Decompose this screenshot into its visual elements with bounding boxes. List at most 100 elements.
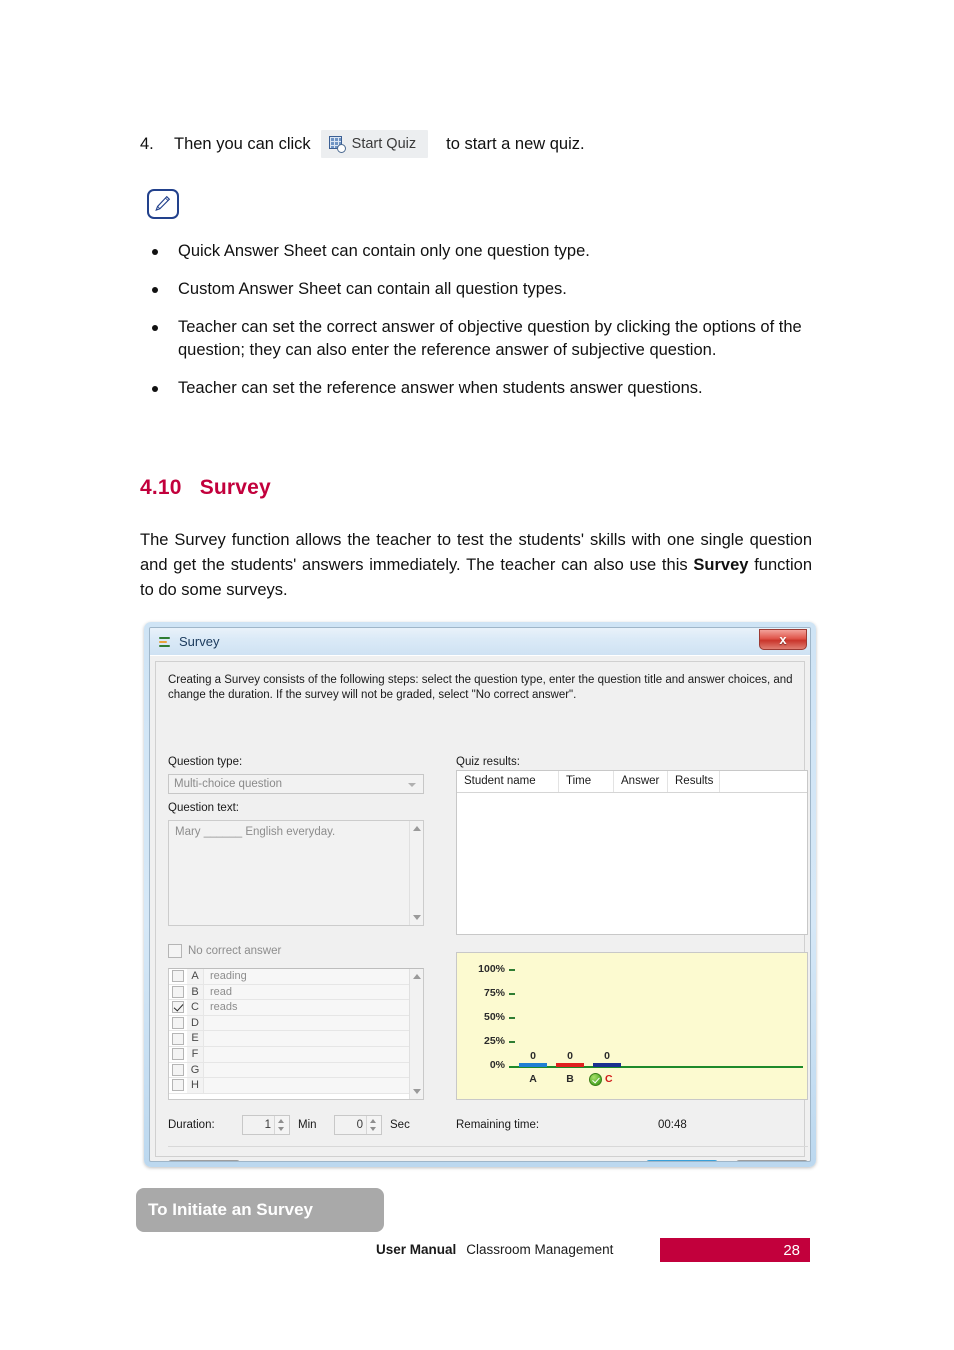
answer-letter: B bbox=[187, 984, 204, 1000]
answer-text[interactable] bbox=[204, 1046, 423, 1062]
y-tick-mark bbox=[509, 1017, 515, 1019]
dialog-body: Creating a Survey consists of the follow… bbox=[155, 661, 808, 1161]
survey-dialog: Survey x Creating a Survey consists of t… bbox=[149, 627, 811, 1162]
duration-min-stepper[interactable]: 1 bbox=[242, 1115, 290, 1135]
survey-app-icon bbox=[158, 635, 172, 649]
column-header-answer[interactable]: Answer bbox=[614, 771, 668, 792]
answer-checkbox-g[interactable] bbox=[172, 1063, 184, 1076]
pencil-note-icon bbox=[147, 189, 179, 219]
survey-dialog-window: Survey x Creating a Survey consists of t… bbox=[144, 622, 816, 1167]
answer-checkbox-h[interactable] bbox=[172, 1079, 184, 1092]
green-check-icon bbox=[589, 1073, 602, 1086]
section-paragraph: The Survey function allows the teacher t… bbox=[140, 528, 812, 603]
answer-row[interactable]: A reading bbox=[169, 969, 423, 985]
scroll-down-icon[interactable] bbox=[413, 1089, 421, 1094]
answer-letter: F bbox=[187, 1046, 204, 1062]
section-number: 4.10 bbox=[140, 476, 182, 499]
notes-bullet-list: Quick Answer Sheet can contain only one … bbox=[146, 240, 826, 415]
pencil-icon bbox=[155, 195, 171, 212]
step-text-before: Then you can click bbox=[174, 134, 311, 153]
answer-text[interactable] bbox=[204, 1062, 423, 1078]
quiz-results-table[interactable]: Student name Time Answer Results bbox=[456, 770, 808, 935]
remaining-time-value: 00:48 bbox=[658, 1119, 687, 1131]
y-tick-label: 25% bbox=[483, 1035, 505, 1047]
stepper-up-icon[interactable] bbox=[278, 1119, 284, 1123]
dialog-intro-text: Creating a Survey consists of the follow… bbox=[168, 674, 793, 701]
stop-button[interactable]: Stop bbox=[646, 1160, 718, 1161]
question-type-value: Multi-choice question bbox=[174, 778, 283, 790]
y-tick-label: 0% bbox=[489, 1059, 505, 1071]
section-title: Survey bbox=[199, 476, 271, 499]
answer-row[interactable]: E bbox=[169, 1031, 423, 1047]
close-icon[interactable]: x bbox=[759, 629, 807, 650]
bullet-item: Teacher can set the reference answer whe… bbox=[146, 377, 826, 400]
category-label-c: C bbox=[605, 1073, 613, 1085]
answer-row[interactable]: B read bbox=[169, 984, 423, 1001]
bullet-item: Custom Answer Sheet can contain all ques… bbox=[146, 278, 826, 301]
answer-text[interactable]: reads bbox=[204, 1000, 423, 1015]
answer-choices-list[interactable]: A reading B read C reads D E F G H bbox=[168, 968, 424, 1100]
answer-row[interactable]: D bbox=[169, 1015, 423, 1032]
answer-text[interactable] bbox=[204, 1078, 423, 1093]
answer-checkbox-e[interactable] bbox=[172, 1032, 184, 1045]
duration-row: Duration: 1 Min 0 Sec Remaining time: 00… bbox=[168, 1114, 808, 1136]
answer-letter: G bbox=[187, 1062, 204, 1078]
answer-text[interactable] bbox=[204, 1015, 423, 1031]
answer-text[interactable]: reading bbox=[204, 969, 423, 984]
dialog-titlebar: Survey x bbox=[150, 628, 810, 656]
footer-bold-text: User Manual bbox=[376, 1242, 457, 1257]
help-button[interactable]: Help bbox=[168, 1160, 240, 1161]
question-text-input[interactable]: Mary ______ English everyday. bbox=[168, 820, 424, 926]
step-number: 4. bbox=[140, 134, 154, 153]
question-text-scrollbar[interactable] bbox=[409, 821, 423, 925]
duration-sec-stepper[interactable]: 0 bbox=[334, 1115, 382, 1135]
table-header-row: Student name Time Answer Results bbox=[457, 771, 807, 793]
exit-button[interactable]: Exit bbox=[736, 1160, 808, 1161]
answer-letter: C bbox=[187, 1000, 204, 1015]
y-tick-label: 100% bbox=[478, 963, 505, 975]
figure-caption: To Initiate an Survey bbox=[136, 1188, 384, 1232]
scroll-up-icon[interactable] bbox=[413, 826, 421, 831]
question-text-label: Question text: bbox=[168, 802, 239, 814]
answer-checkbox-a[interactable] bbox=[172, 970, 184, 983]
bullet-item: Teacher can set the correct answer of ob… bbox=[146, 316, 850, 362]
question-type-select[interactable]: Multi-choice question bbox=[168, 774, 424, 794]
answer-row[interactable]: F bbox=[169, 1046, 423, 1063]
stepper-down-icon[interactable] bbox=[370, 1127, 376, 1131]
column-header-results[interactable]: Results bbox=[668, 771, 720, 792]
stepper-up-icon[interactable] bbox=[370, 1119, 376, 1123]
answer-letter: D bbox=[187, 1015, 204, 1031]
answer-text[interactable] bbox=[204, 1031, 423, 1046]
results-bar-chart: 100% 75% 50% 25% 0% 0 A 0 B 0 C bbox=[456, 952, 808, 1100]
column-header-student-name[interactable]: Student name bbox=[457, 771, 559, 792]
no-correct-answer-checkbox[interactable] bbox=[168, 944, 182, 958]
scroll-down-icon[interactable] bbox=[413, 915, 421, 920]
scroll-up-icon[interactable] bbox=[413, 974, 421, 979]
answer-row[interactable]: C reads bbox=[169, 1000, 423, 1016]
y-tick-mark bbox=[509, 1041, 515, 1043]
column-header-time[interactable]: Time bbox=[559, 771, 614, 792]
answer-checkbox-f[interactable] bbox=[172, 1048, 184, 1061]
question-type-label: Question type: bbox=[168, 756, 243, 768]
duration-sec-unit: Sec bbox=[390, 1119, 410, 1131]
y-tick-label: 50% bbox=[483, 1011, 505, 1023]
answer-checkbox-b[interactable] bbox=[172, 985, 184, 998]
bar-value-b: 0 bbox=[567, 1050, 573, 1062]
answer-checkbox-c[interactable] bbox=[172, 1001, 184, 1014]
page-number-badge: 28 bbox=[660, 1238, 810, 1262]
start-quiz-icon bbox=[328, 135, 346, 153]
document-page: 4. Then you can click Start Quiz to star… bbox=[0, 0, 954, 1350]
quiz-results-label: Quiz results: bbox=[456, 756, 520, 768]
answers-scrollbar[interactable] bbox=[409, 969, 423, 1099]
answer-row[interactable]: G bbox=[169, 1062, 423, 1079]
answer-text[interactable]: read bbox=[204, 984, 423, 1000]
answer-checkbox-d[interactable] bbox=[172, 1017, 184, 1030]
footer-text: User Manual Classroom Management bbox=[376, 1238, 613, 1262]
start-quiz-button[interactable]: Start Quiz bbox=[320, 130, 429, 158]
step-4-line: 4. Then you can click Start Quiz to star… bbox=[140, 130, 840, 158]
dialog-title: Survey bbox=[179, 634, 220, 649]
answer-row[interactable]: H bbox=[169, 1078, 423, 1094]
stepper-down-icon[interactable] bbox=[278, 1127, 284, 1131]
category-label-a: A bbox=[529, 1073, 537, 1085]
no-correct-answer-row[interactable]: No correct answer bbox=[168, 944, 281, 958]
